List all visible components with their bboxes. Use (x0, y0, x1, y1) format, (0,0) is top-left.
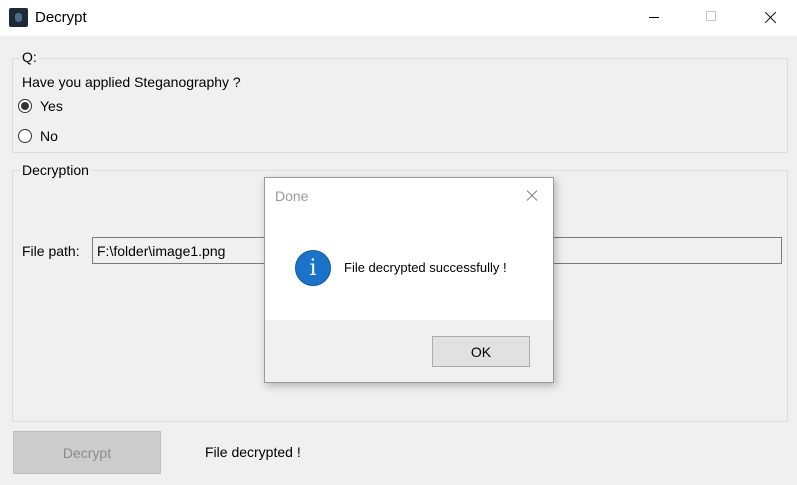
dialog-close-icon[interactable] (522, 186, 542, 206)
done-dialog: Done i File decrypted successfully ! OK (264, 177, 554, 383)
question-groupbox (12, 58, 788, 153)
maximize-icon[interactable] (688, 0, 734, 36)
dialog-title: Done (275, 188, 309, 204)
radio-yes[interactable]: Yes (18, 96, 63, 116)
radio-checked-icon[interactable] (18, 99, 32, 113)
close-icon[interactable] (746, 0, 792, 36)
radio-no[interactable]: No (18, 126, 58, 146)
info-icon: i (295, 250, 331, 286)
minimize-icon[interactable] (631, 0, 677, 36)
question-text: Have you applied Steganography ? (22, 74, 241, 90)
decrypt-button[interactable]: Decrypt (13, 431, 161, 474)
file-path-label: File path: (22, 243, 80, 259)
window-title: Decrypt (35, 9, 87, 26)
decryption-legend: Decryption (20, 162, 91, 178)
dialog-footer: OK (265, 320, 553, 382)
app-icon (9, 8, 28, 27)
question-legend: Q: (20, 49, 39, 65)
status-text: File decrypted ! (205, 444, 301, 460)
title-bar: Decrypt (0, 0, 797, 36)
radio-unchecked-icon[interactable] (18, 129, 32, 143)
dialog-message: File decrypted successfully ! (344, 260, 507, 275)
radio-yes-label: Yes (40, 98, 63, 114)
radio-no-label: No (40, 128, 58, 144)
ok-button[interactable]: OK (432, 336, 530, 367)
